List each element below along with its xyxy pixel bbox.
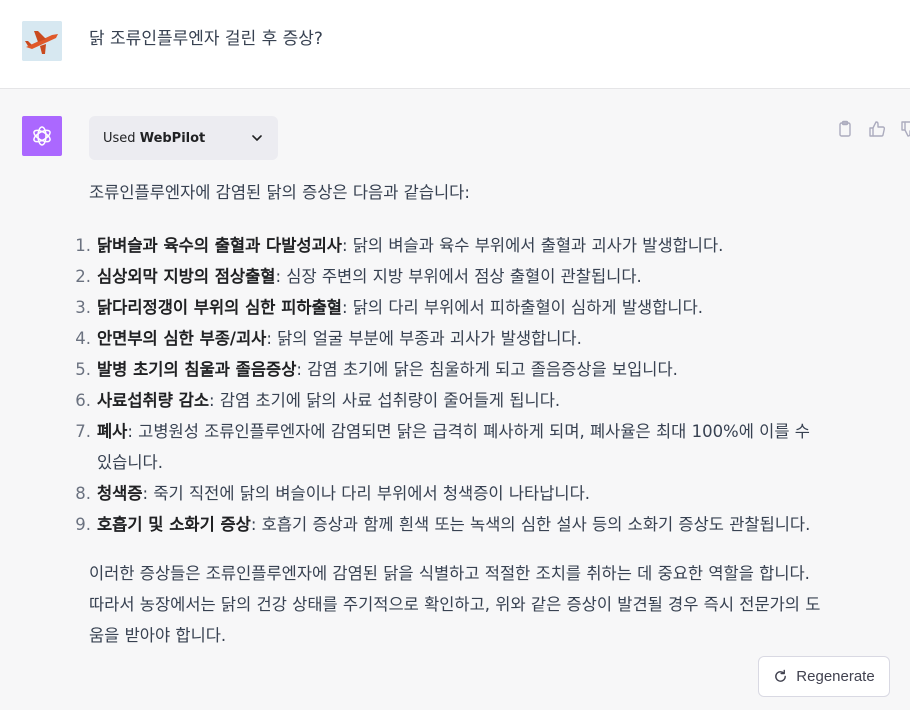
symptom-list: 1. 닭벼슬과 육수의 출혈과 다발성괴사: 닭의 벼슬과 육수 부위에서 출혈과…: [75, 230, 829, 540]
refresh-icon: [775, 669, 787, 682]
message-actions: [836, 120, 910, 138]
list-item: 5. 발병 초기의 침울과 졸음증상: 감염 초기에 닭은 침울하게 되고 졸음증…: [75, 360, 678, 379]
chevron-down-icon: [252, 135, 262, 141]
assistant-message-row: Used WebPilot 조류인플루엔자에 감염된 닭의 증상은 다음과 같습…: [0, 89, 910, 710]
assistant-answer: 조류인플루엔자에 감염된 닭의 증상은 다음과 같습니다: 1. 닭벼슬과 육수의…: [75, 177, 829, 651]
user-message-row: 닭 조류인플루엔자 걸린 후 증상?: [0, 0, 910, 89]
openai-logo-icon: [22, 116, 62, 156]
user-avatar: [22, 21, 62, 61]
answer-conclusion: 이러한 증상들은 조류인플루엔자에 감염된 닭을 식별하고 적절한 조치를 취하…: [89, 564, 821, 645]
thumbs-up-icon[interactable]: [868, 120, 886, 138]
plugin-name: WebPilot: [139, 130, 206, 146]
list-item: 6. 사료섭취량 감소: 감염 초기에 닭의 사료 섭취량이 줄어들게 됩니다.: [75, 391, 561, 410]
list-item: 7. 폐사: 고병원성 조류인플루엔자에 감염되면 닭은 급격히 폐사하게 되며,…: [75, 422, 810, 472]
list-item: 4. 안면부의 심한 부종/괴사: 닭의 얼굴 부분에 부종과 괴사가 발생합니다…: [75, 329, 582, 348]
plugin-used-toggle[interactable]: Used WebPilot: [89, 116, 278, 160]
clipboard-icon[interactable]: [836, 120, 854, 138]
regenerate-button[interactable]: Regenerate: [758, 656, 890, 697]
list-item: 3. 닭다리정갱이 부위의 심한 피하출혈: 닭의 다리 부위에서 피하출혈이 심…: [75, 298, 703, 317]
list-item: 1. 닭벼슬과 육수의 출혈과 다발성괴사: 닭의 벼슬과 육수 부위에서 출혈과…: [75, 236, 724, 255]
list-item: 8. 청색증: 죽기 직전에 닭의 벼슬이나 다리 부위에서 청색증이 나타납니다…: [75, 484, 590, 503]
airplane-icon: [22, 21, 62, 61]
list-item: 9. 호흡기 및 소화기 증상: 호흡기 증상과 함께 흰색 또는 녹색의 심한 …: [75, 515, 811, 534]
answer-intro: 조류인플루엔자에 감염된 닭의 증상은 다음과 같습니다:: [89, 183, 470, 202]
list-item: 2. 심상외막 지방의 점상출혈: 심장 주변의 지방 부위에서 점상 출혈이 관…: [75, 267, 642, 286]
user-question: 닭 조류인플루엔자 걸린 후 증상?: [89, 29, 323, 49]
plugin-used-text: Used WebPilot: [103, 130, 206, 146]
regenerate-label: Regenerate: [796, 668, 875, 685]
thumbs-down-icon[interactable]: [900, 120, 910, 138]
